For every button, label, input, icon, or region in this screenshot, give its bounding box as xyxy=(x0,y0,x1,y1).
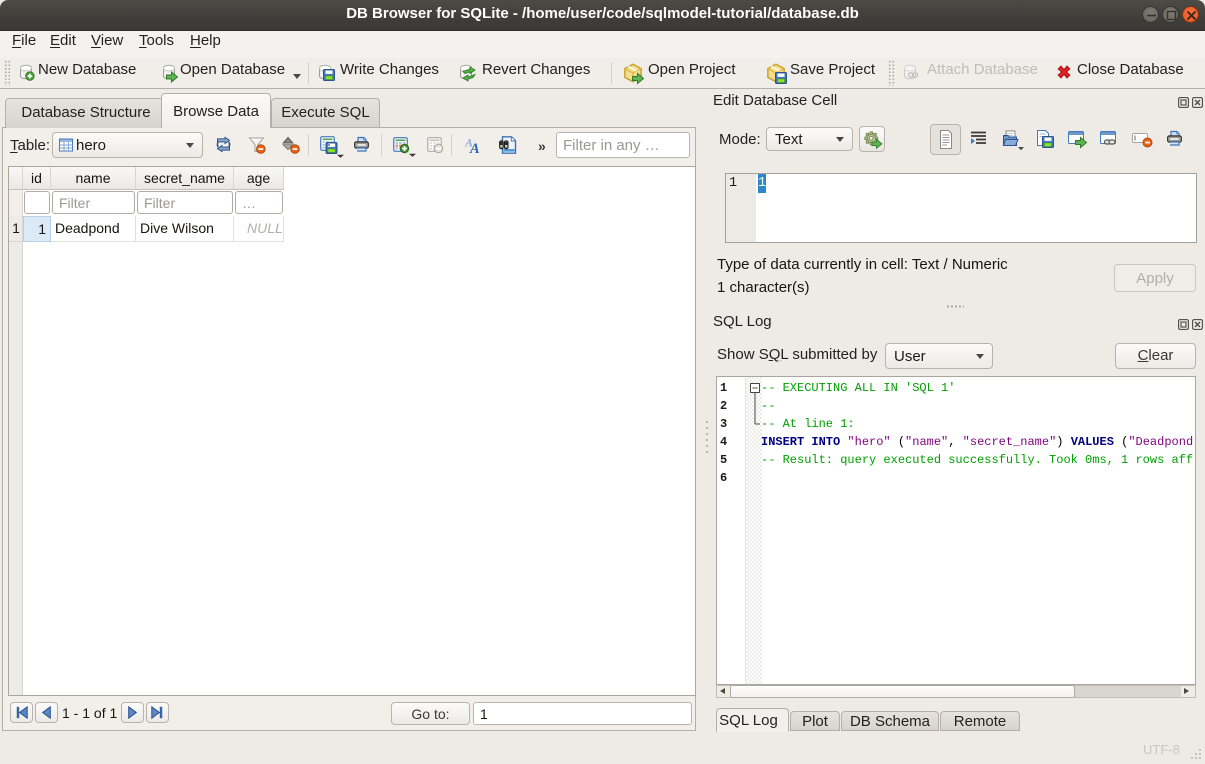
svg-text:A: A xyxy=(469,141,480,154)
